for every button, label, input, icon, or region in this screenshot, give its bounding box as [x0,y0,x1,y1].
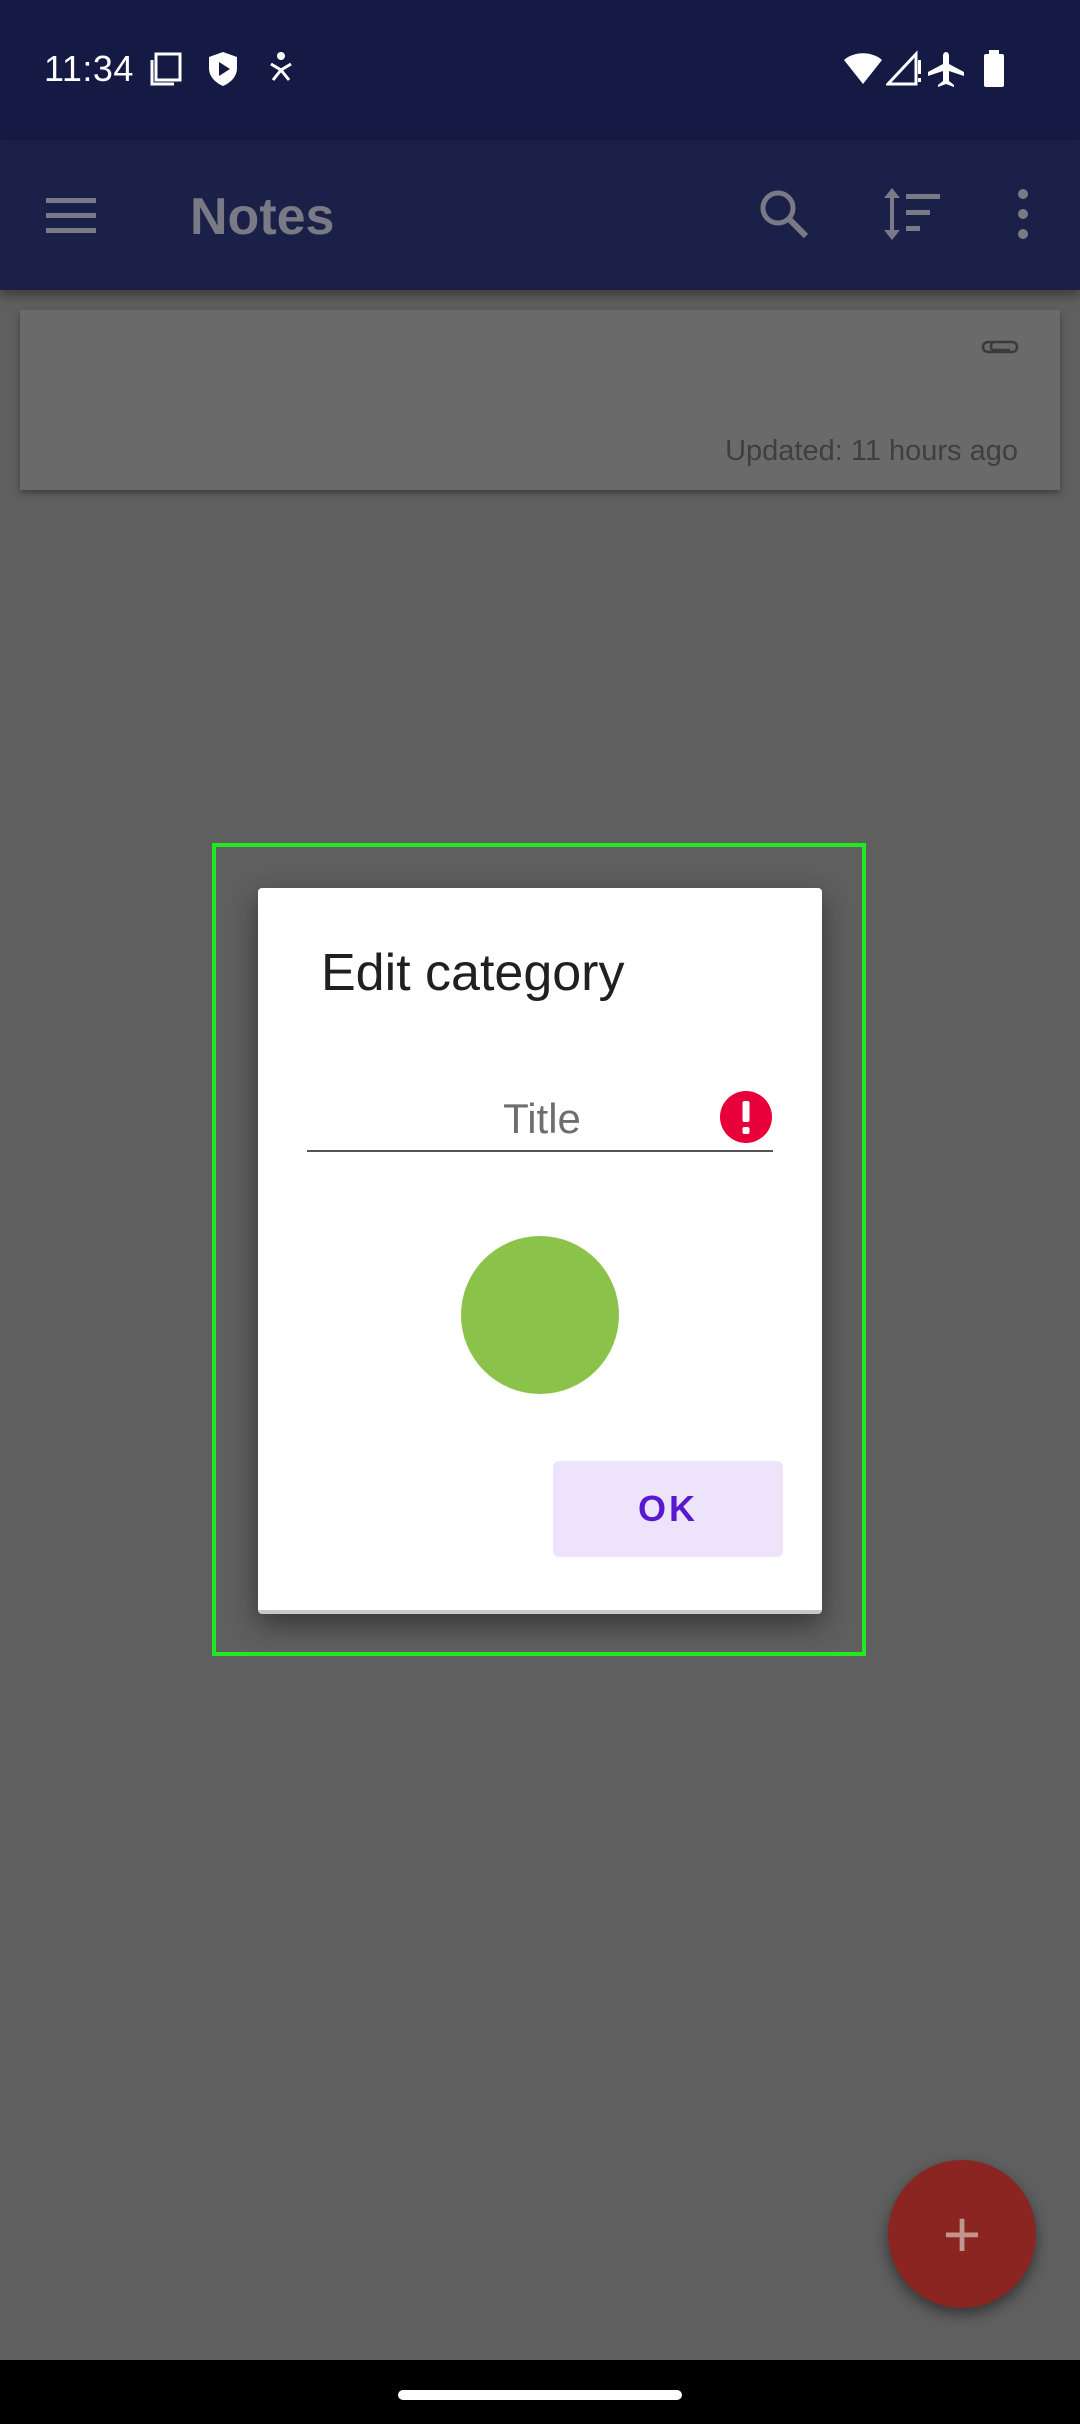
add-note-button[interactable]: + [888,2160,1036,2308]
dialog-title: Edit category [321,944,625,1002]
airplane-icon [928,52,964,87]
battery-icon [984,50,1004,87]
wifi-icon [844,53,882,84]
note-card[interactable]: Updated: 11 hours ago [20,310,1060,490]
more-icon[interactable] [1012,188,1034,240]
search-icon[interactable] [758,188,810,240]
sort-icon[interactable] [882,186,942,242]
ok-button[interactable]: OK [553,1461,783,1557]
signal-icon [886,50,921,86]
page-title: Notes [190,188,335,246]
shield-icon [209,52,237,86]
screenshot-icon [150,52,182,86]
app-bar: Notes [0,140,1080,290]
paperclip-icon [981,340,1019,354]
title-field [307,1088,777,1152]
edit-category-dialog: Edit category OK [258,888,822,1614]
category-color-picker[interactable] [461,1236,619,1394]
home-handle[interactable] [398,2390,682,2400]
accessibility-icon [270,52,292,81]
error-icon [720,1091,772,1143]
navigation-bar [0,2360,1080,2424]
menu-icon[interactable] [46,196,98,236]
status-time: 11:34 [44,48,134,89]
status-bar: 11:34 [0,0,1080,140]
note-updated-text: Updated: 11 hours ago [725,435,1018,467]
title-input[interactable] [307,1088,777,1150]
